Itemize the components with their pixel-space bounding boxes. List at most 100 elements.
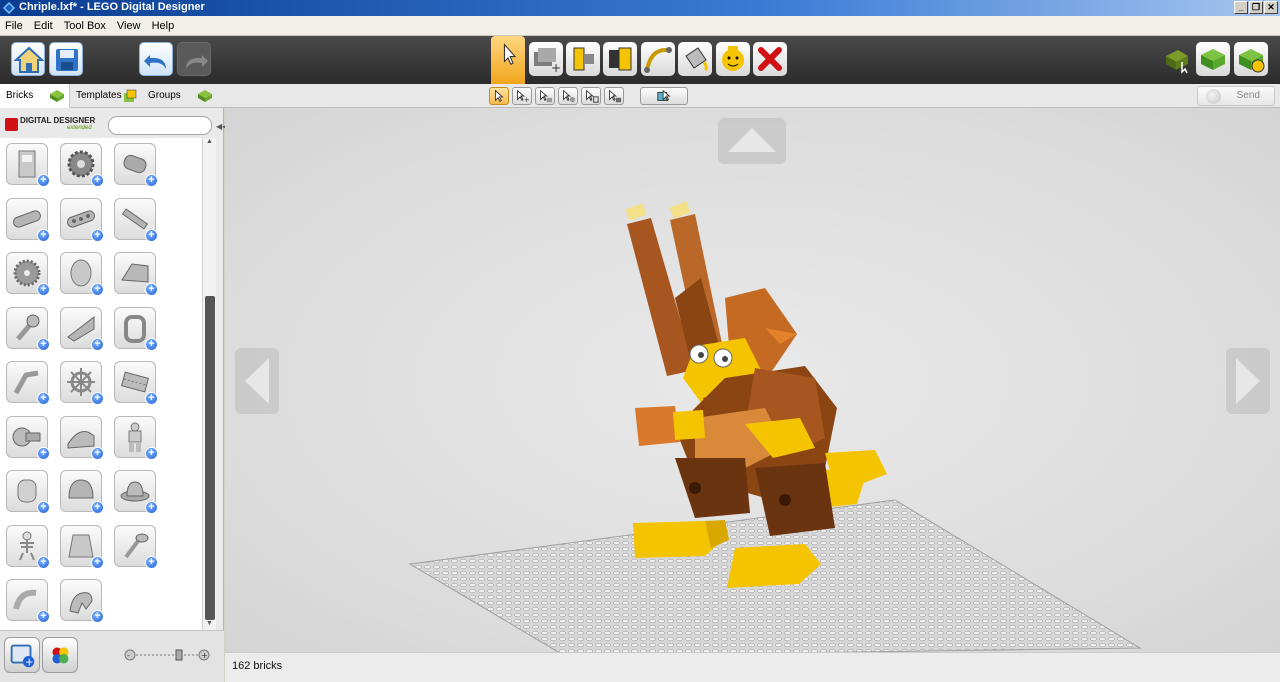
brick-wing-part[interactable]: + [60, 306, 104, 351]
brick-gear-wheel[interactable]: + [6, 252, 50, 296]
building-guide-mode-button[interactable] [1234, 42, 1268, 76]
brick-technic-axle[interactable]: + [114, 197, 158, 242]
restore-button[interactable]: ❐ [1249, 1, 1263, 14]
add-brick-icon: + [91, 446, 104, 460]
tab-templates[interactable]: Templates [70, 84, 142, 108]
brick-wrench-part[interactable]: + [6, 306, 50, 351]
build-mode-button[interactable] [1160, 42, 1194, 76]
send-icon [1206, 89, 1221, 104]
brick-slope-brick[interactable]: + [114, 252, 158, 296]
send-button[interactable]: Send [1197, 86, 1275, 106]
delete-tool-button[interactable] [753, 42, 787, 76]
brick-key-tool[interactable]: + [114, 524, 158, 569]
clone-tool-button[interactable]: + [529, 42, 563, 76]
build-mode-icon [1166, 50, 1188, 74]
brick-hat[interactable]: + [114, 470, 158, 514]
color-select-icon [563, 89, 576, 103]
add-brick-icon: + [37, 610, 50, 623]
add-brick-icon: + [37, 392, 50, 405]
add-model-button[interactable]: + [4, 637, 40, 673]
add-brick-icon: + [91, 337, 104, 351]
home-button[interactable] [11, 42, 45, 76]
menu-file[interactable]: File [5, 20, 23, 32]
hinge-tool-button[interactable] [566, 42, 600, 76]
redo-button[interactable] [177, 42, 211, 76]
undo-icon [144, 55, 166, 69]
brick-hose-piece[interactable]: + [6, 579, 50, 623]
brick-technic-beam-holes[interactable]: + [60, 197, 104, 242]
title-bar: Chriple.lxf* - LEGO Digital Designer _ ❐… [0, 0, 1280, 16]
paint-tool-button[interactable] [678, 42, 712, 76]
add-brick-icon: + [145, 174, 158, 187]
shape-select-icon [586, 89, 599, 103]
brick-cylinder-brick[interactable]: + [60, 252, 104, 296]
undo-button[interactable] [139, 42, 173, 76]
menu-help[interactable]: Help [152, 20, 175, 32]
menu-toolbox[interactable]: Tool Box [64, 20, 106, 32]
close-window-button[interactable]: ✕ [1264, 1, 1278, 14]
groups-icon [198, 90, 212, 102]
add-brick-icon: + [145, 337, 158, 351]
tab-groups[interactable]: Groups [142, 84, 216, 108]
menu-edit[interactable]: Edit [34, 20, 53, 32]
add-brick-icon: + [37, 283, 50, 296]
brick-technic-beam[interactable]: + [6, 197, 50, 242]
brick-minifigure[interactable]: + [114, 415, 158, 460]
brick-skeleton[interactable]: + [6, 524, 50, 569]
hide-tool-button[interactable] [640, 87, 688, 105]
add-brick-icon: + [145, 555, 158, 569]
brand-title: DIGITAL DESIGNER [20, 116, 96, 125]
brick-crane-part[interactable]: + [114, 361, 158, 405]
main-toolbar: + [0, 36, 1280, 84]
select-tool-button[interactable] [491, 36, 525, 84]
brick-pipe-connector[interactable]: + [6, 415, 50, 460]
flex-tool-button[interactable] [641, 42, 675, 76]
brick-torso[interactable]: + [60, 524, 104, 569]
minimize-button[interactable]: _ [1234, 1, 1248, 14]
brick-count: 162 bricks [232, 660, 283, 672]
menu-view[interactable]: View [117, 20, 141, 32]
brick-list-scrollbar[interactable]: ▲ ▼ [202, 138, 216, 630]
multi-select-button[interactable]: + [512, 87, 532, 105]
view-mode-button[interactable] [1196, 42, 1230, 76]
svg-text:+: + [25, 656, 34, 668]
scroll-down-icon[interactable]: ▼ [203, 620, 216, 630]
brick-helmet[interactable]: + [60, 470, 104, 514]
scroll-thumb[interactable] [205, 296, 215, 620]
decorate-tool-button[interactable] [716, 42, 750, 76]
tab-bricks[interactable]: Bricks [0, 84, 70, 108]
brand-subtitle: extended [67, 125, 92, 131]
add-brick-icon: + [37, 446, 50, 460]
scroll-up-icon[interactable]: ▲ [203, 138, 216, 148]
brick-door-brick[interactable]: + [6, 143, 50, 187]
brick-gear-brick[interactable]: + [60, 143, 104, 187]
home-icon [13, 46, 45, 73]
brick-frame-part[interactable]: + [114, 306, 158, 351]
paint-bucket-icon [685, 47, 708, 72]
connected-select-button[interactable] [535, 87, 555, 105]
color-select-button[interactable] [558, 87, 578, 105]
brick-ship-wheel[interactable]: + [60, 361, 104, 405]
add-brick-icon: + [37, 174, 50, 187]
invert-select-button[interactable] [604, 87, 624, 105]
brick-robot-arm-part[interactable]: + [6, 361, 50, 405]
connected-select-icon [540, 89, 553, 103]
save-button[interactable] [49, 42, 83, 76]
save-icon [56, 49, 78, 71]
add-brick-icon: + [91, 392, 104, 405]
ldd-brand: DIGITAL DESIGNER extended [4, 116, 106, 136]
brick-green-icon [50, 90, 64, 102]
brick-search-input[interactable] [108, 116, 212, 135]
add-brick-icon: + [91, 228, 104, 242]
brick-animal-part[interactable]: + [60, 579, 104, 623]
single-select-button[interactable] [489, 87, 509, 105]
3d-viewport[interactable] [225, 108, 1280, 652]
hinge-align-tool-button[interactable] [603, 42, 637, 76]
brick-curved-brick[interactable]: + [60, 415, 104, 460]
brick-technic-axle-connector[interactable]: + [114, 143, 158, 187]
shape-select-button[interactable] [581, 87, 601, 105]
zoom-slider[interactable]: - + [124, 649, 212, 661]
svg-text:+: + [201, 651, 208, 660]
brick-minifig-head[interactable]: + [6, 470, 50, 514]
color-palette-button[interactable] [42, 637, 78, 673]
